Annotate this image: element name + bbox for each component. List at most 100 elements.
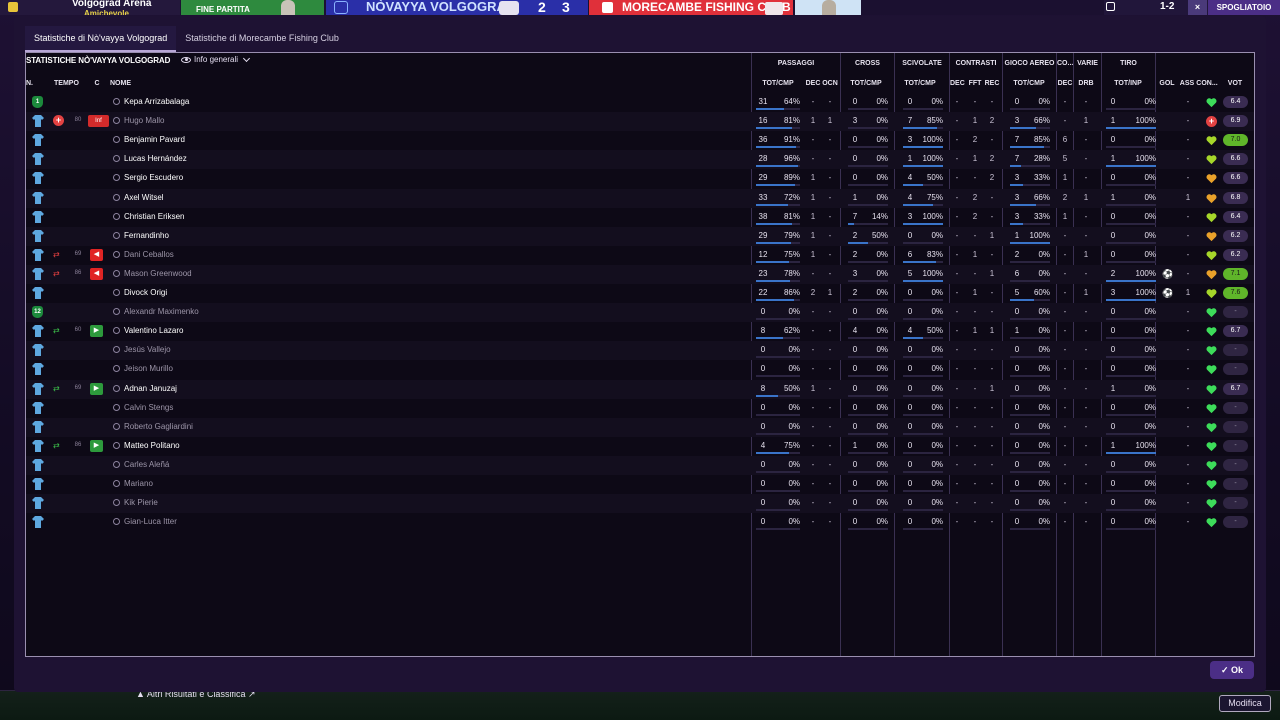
- stat-value: -: [828, 192, 832, 202]
- column-header: TEMPO: [54, 80, 79, 87]
- stat-value: -: [955, 97, 959, 106]
- goalkeeper-shirt-icon: 12: [32, 306, 43, 319]
- player-row[interactable]: Benjamin Pavard 36 91% - -0 0% 3 100% -2-7 85% 6-0…: [26, 131, 1254, 150]
- shirt-icon: [32, 497, 44, 510]
- stat-value: -: [1063, 479, 1067, 488]
- player-name[interactable]: Mason Greenwood: [124, 265, 192, 282]
- stat-value: 1: [1083, 192, 1089, 202]
- condition-heart-icon: [1206, 345, 1217, 356]
- stat-bar-track: [756, 509, 800, 512]
- stat-value: -: [1063, 345, 1067, 355]
- player-name[interactable]: Jesús Vallejo: [124, 341, 171, 358]
- shirt-icon: [32, 458, 44, 471]
- stat-value: -: [1084, 268, 1088, 278]
- goal-ball-icon: ⚽: [1162, 288, 1174, 298]
- stat-value: 2: [989, 173, 995, 183]
- stat-bar-track: [756, 375, 800, 378]
- stat-value: 1: [1062, 173, 1068, 183]
- stat-value: -: [1186, 498, 1190, 508]
- stat-bar: [1010, 184, 1024, 187]
- stat-value: -: [1084, 173, 1088, 183]
- minutes: 60: [74, 327, 82, 334]
- view-selector[interactable]: Info generali: [181, 54, 251, 64]
- player-row[interactable]: ⇄ 86 ◀ Mason Greenwood 23 78% - -3 0% 5 100% - -1 6 0%…: [26, 264, 1254, 284]
- player-name[interactable]: Calvin Stengs: [124, 399, 173, 416]
- stat-value: -: [990, 459, 994, 469]
- player-row[interactable]: Mariano 0 0% - -0 0% 0 0% - - -0 0% - -0 0% - -: [26, 475, 1254, 494]
- stat-value: -: [990, 345, 994, 355]
- stat-value: 2: [989, 116, 995, 126]
- stat-value: -: [828, 345, 832, 355]
- stat-bar-track: [1106, 260, 1156, 263]
- player-name[interactable]: Alexandr Maximenko: [124, 303, 199, 320]
- player-row[interactable]: 1 Kepa Arrizabalaga 31 64% - -0 0% 0 0% - - -0 0% - -0…: [26, 93, 1254, 112]
- player-name[interactable]: Roberto Gagliardini: [124, 418, 193, 435]
- close-icon[interactable]: ×: [1188, 0, 1207, 15]
- player-row[interactable]: Jeison Murillo 0 0% - -0 0% 0 0% - - -0 0% - -0 0% - -: [26, 360, 1254, 379]
- player-name[interactable]: Gian-Luca Itter: [124, 513, 177, 530]
- stat-bar-track: [1010, 413, 1050, 416]
- player-row[interactable]: ⇄ 69 ◀ Dani Ceballos 12 75% 1-2 0% 6 83% -1-2 0% -1 0…: [26, 246, 1254, 265]
- stat-value: -: [828, 230, 832, 240]
- tab-home-team[interactable]: Statistiche di Nò'vayya Volgograd: [25, 26, 177, 52]
- player-name[interactable]: Lucas Hernández: [124, 150, 187, 167]
- player-name[interactable]: Kik Pierie: [124, 494, 158, 511]
- player-row[interactable]: Calvin Stengs 0 0% - -0 0% 0 0% - - -0 0% - -0 0% - -: [26, 399, 1254, 418]
- condition-heart-icon: [1206, 231, 1217, 242]
- player-name[interactable]: Hugo Mallo: [124, 112, 164, 129]
- stat-bar-track: [1106, 432, 1156, 435]
- player-name[interactable]: Jeison Murillo: [124, 360, 173, 377]
- player-row[interactable]: Jesús Vallejo 0 0% - -0 0% 0 0% - - -0 0% - -0 0% - -: [26, 341, 1254, 361]
- goal-ball-icon: ⚽: [1162, 268, 1174, 279]
- tab-away-team[interactable]: Statistiche di Morecambe Fishing Club: [176, 26, 348, 52]
- stat-value: -: [955, 383, 959, 393]
- player-row[interactable]: Christian Eriksen 38 81% 1-7 14% 3 100% -2-3 33%…: [26, 208, 1254, 227]
- stat-bar: [1010, 127, 1037, 130]
- away-manager-box: [795, 0, 861, 15]
- player-row[interactable]: 12 Alexandr Maximenko 0 0% - -0 0% 0 0% - - -0 0% - -0…: [26, 303, 1254, 323]
- player-name[interactable]: Valentino Lazaro: [124, 322, 183, 339]
- player-name[interactable]: Axel Witsel: [124, 189, 164, 206]
- stat-bar: [756, 165, 799, 168]
- player-row[interactable]: Roberto Gagliardini 0 0% - -0 0% 0 0% - - -0 0% - -0 0…: [26, 417, 1254, 437]
- player-row[interactable]: Carles Aleñá 0 0% - -0 0% 0 0% - - -0 0% - -0 0% - -: [26, 455, 1254, 475]
- player-name[interactable]: Benjamin Pavard: [124, 131, 185, 148]
- home-kit-icon: [499, 1, 519, 15]
- player-row[interactable]: Lucas Hernández 28 96% - -0 0% 1 100% -1 2 7 28% 5-1…: [26, 150, 1254, 170]
- player-name[interactable]: Fernandinho: [124, 227, 169, 244]
- player-name[interactable]: Carles Aleñá: [124, 456, 169, 473]
- player-name[interactable]: Matteo Politano: [124, 437, 180, 454]
- shirt-icon: [32, 191, 44, 204]
- goalkeeper-shirt-icon: 1: [32, 96, 43, 108]
- condition-heart-icon: [1206, 498, 1217, 509]
- player-name[interactable]: Kepa Arrizabalaga: [124, 93, 189, 110]
- player-name[interactable]: Dani Ceballos: [124, 246, 174, 263]
- stat-value: -: [1063, 230, 1067, 240]
- player-row[interactable]: Fernandinho 29 79% 1-2 50% 0 0% - -1 1 100% - -0 0% -6…: [26, 226, 1254, 246]
- stat-bar-track: [756, 490, 800, 492]
- stat-value: 1: [810, 230, 816, 240]
- player-row[interactable]: Gian-Luca Itter 0 0% - -0 0% 0 0% - - -0 0% - -0 0% - -: [26, 513, 1254, 532]
- stat-bar-track: [756, 356, 800, 359]
- edit-button[interactable]: Modifica: [1219, 695, 1271, 712]
- window-icon[interactable]: [1106, 2, 1115, 11]
- player-row[interactable]: ⇄ 69 ▶ Adnan Januzaj 8 50% 1-0 0% 0 0% - -1 0 0% - -1 0%…: [26, 379, 1254, 399]
- player-name[interactable]: Christian Eriksen: [124, 208, 184, 225]
- dressing-room-button[interactable]: SPOGLIATOIO: [1208, 0, 1280, 15]
- column-header: VOT: [1227, 80, 1243, 87]
- stat-value: -: [1186, 116, 1190, 126]
- player-row[interactable]: ⇄ 60 ▶ Valentino Lazaro 8 62% - -4 0% 4 50% -1 1 1 0% -…: [26, 322, 1254, 341]
- player-row[interactable]: Sergio Escudero 29 89% 1-0 0% 4 50% - -2 3 33% 1-0 0…: [26, 169, 1254, 188]
- player-row[interactable]: Axel Witsel 33 72% 1-1 0% 4 75% -2-3 66% 2 1 1 0% 1 6.…: [26, 188, 1254, 208]
- group-header: CO...: [1057, 60, 1074, 67]
- player-name[interactable]: Divock Origi: [124, 284, 167, 301]
- player-name[interactable]: Mariano: [124, 475, 153, 492]
- player-row[interactable]: Kik Pierie 0 0% - -0 0% 0 0% - - -0 0% - -0 0% - -: [26, 494, 1254, 514]
- ok-button[interactable]: ✓ Ok: [1210, 661, 1254, 679]
- player-row[interactable]: ⇄ 86 ▶ Matteo Politano 4 75% - -1 0% 0 0% - - -0 0% - -1…: [26, 437, 1254, 456]
- player-row[interactable]: Divock Origi 22 86% 2 1 2 0% 0 0% -1-5 60% -1 3 100% ⚽…: [26, 284, 1254, 303]
- player-row[interactable]: +80 Inf Hugo Mallo 16 81% 1 1 3 0% 7 85% -1 2 3 66% -1 1…: [26, 112, 1254, 132]
- player-name[interactable]: Sergio Escudero: [124, 169, 183, 186]
- shirt-icon: [32, 229, 44, 242]
- player-name[interactable]: Adnan Januzaj: [124, 380, 177, 397]
